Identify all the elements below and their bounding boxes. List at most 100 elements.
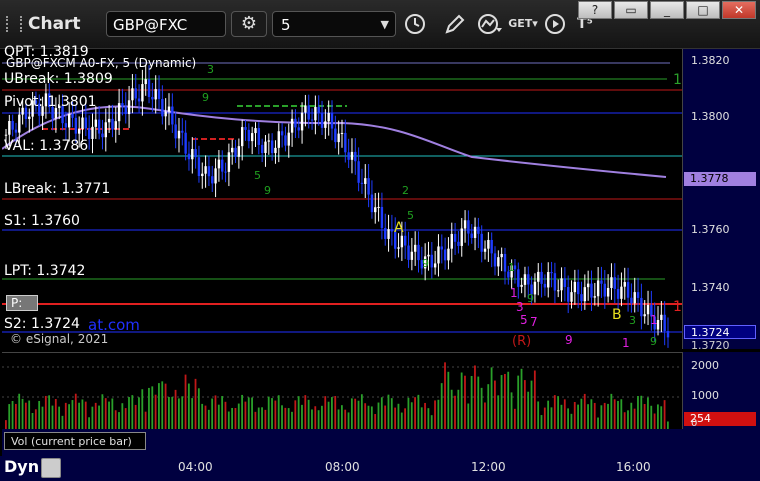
candle-body [64, 123, 68, 128]
volume-bar [484, 402, 486, 429]
candle-body [227, 152, 231, 172]
candle-body [626, 282, 630, 298]
candle-body [324, 121, 327, 128]
watermark-box: P: [6, 295, 38, 311]
volume-bar [563, 399, 566, 429]
symbol-input[interactable]: GBP@FXC [106, 11, 226, 37]
candle-body [370, 194, 374, 213]
candle-body [586, 283, 590, 288]
interval-select[interactable]: 5 ▼ [272, 11, 396, 37]
clock-icon[interactable] [400, 10, 430, 38]
volume-bar [331, 397, 333, 429]
time-tick: 16:00 [616, 460, 651, 474]
volume-bar [221, 396, 224, 429]
symbol-settings-gear-icon[interactable]: ⚙ [231, 11, 267, 37]
volume-bar [637, 396, 639, 429]
vol-tick: 2000 [691, 359, 719, 372]
volume-bar [540, 415, 543, 429]
last-price-tag: 1.3724 [684, 325, 756, 339]
svg-text:5: 5 [407, 209, 414, 222]
close-button[interactable]: ✕ [722, 1, 756, 19]
candle-body [161, 98, 164, 117]
candle-body [493, 253, 497, 267]
candle-body [483, 248, 487, 252]
volume-bar [567, 408, 570, 429]
svg-text:9: 9 [527, 292, 534, 305]
price-axis[interactable]: 1.3820 1.3800 1.3778 1.3760 1.3740 1.372… [682, 49, 760, 352]
svg-text:9: 9 [422, 257, 429, 270]
candle-body [114, 121, 117, 130]
volume-bar [98, 405, 100, 429]
candle-body [666, 330, 670, 338]
candle-body [231, 147, 234, 153]
volume-bar [617, 400, 619, 429]
volume-axis[interactable]: 2000 1000 254 0 [682, 352, 760, 429]
volume-bar [18, 393, 21, 429]
candle-body [593, 296, 597, 298]
volume-bar [267, 396, 270, 429]
candle-body [567, 287, 570, 302]
studies-icon[interactable] [474, 10, 504, 38]
candle-body [300, 112, 304, 131]
candle-body [260, 144, 264, 154]
volume-bar [464, 375, 466, 429]
volume-bar [294, 400, 297, 429]
candle-body [137, 98, 141, 102]
candle-body [151, 96, 154, 100]
volume-pane[interactable] [2, 352, 682, 430]
candle-body [104, 122, 107, 138]
candle-body [307, 105, 310, 120]
volume-bar [407, 397, 410, 429]
play-icon[interactable] [540, 10, 570, 38]
drag-grip-icon[interactable] [6, 16, 22, 32]
price-chart-pane[interactable]: A B (R) 1 1 3959 2591 939 1357 911 QPT: … [2, 44, 682, 349]
candle-body [380, 206, 384, 228]
volume-bar [194, 378, 197, 429]
candle-body [537, 271, 540, 282]
candle-body [134, 88, 137, 99]
candle-body [111, 118, 114, 130]
help-button[interactable]: ? [578, 1, 612, 19]
candle-body [636, 292, 640, 298]
candle-body [640, 297, 643, 317]
volume-bar [553, 395, 556, 429]
window-title[interactable]: Chart [6, 14, 81, 34]
volume-bar [61, 415, 64, 429]
candle-body [81, 117, 84, 129]
minimize-button[interactable]: _ [650, 1, 684, 19]
volume-bar [380, 397, 383, 429]
volume-bar [168, 396, 170, 429]
volume-bar [603, 402, 606, 429]
volume-bar [154, 394, 157, 429]
volume-bar [454, 395, 456, 429]
candle-body [620, 286, 623, 299]
draw-pencil-icon[interactable] [440, 10, 470, 38]
candle-body [101, 133, 104, 138]
volume-study-label[interactable]: Vol (current price bar) [4, 432, 146, 450]
vol-tick: 0 [691, 418, 698, 429]
restore-button[interactable]: ▭ [614, 1, 648, 19]
candle-body [147, 79, 151, 97]
volume-bar [457, 389, 460, 429]
get-data-icon[interactable]: GET▾ [508, 10, 538, 38]
volume-bar [364, 403, 367, 429]
volume-bar [520, 368, 523, 429]
candle-body [437, 246, 440, 264]
candle-body [214, 168, 217, 184]
candle-body [87, 128, 91, 139]
candle-body [397, 247, 400, 249]
candle-body [364, 178, 367, 184]
maximize-button[interactable]: □ [686, 1, 720, 19]
candle-body [224, 171, 227, 173]
volume-bar [284, 407, 287, 429]
candle-body [357, 161, 360, 183]
price-chart-plot: A B (R) 1 1 3959 259 1 939 135 7 9 11 [2, 62, 682, 349]
time-axis[interactable]: 04:00 08:00 12:00 16:00 [2, 452, 682, 481]
candle-body [267, 140, 271, 142]
candle-body [290, 118, 294, 133]
lock-icon[interactable] [41, 457, 62, 478]
dynamic-mode-button[interactable]: Dyn [0, 456, 74, 481]
volume-bar [530, 380, 533, 429]
time-tick: 08:00 [325, 460, 360, 474]
svg-text:1: 1 [508, 261, 515, 274]
